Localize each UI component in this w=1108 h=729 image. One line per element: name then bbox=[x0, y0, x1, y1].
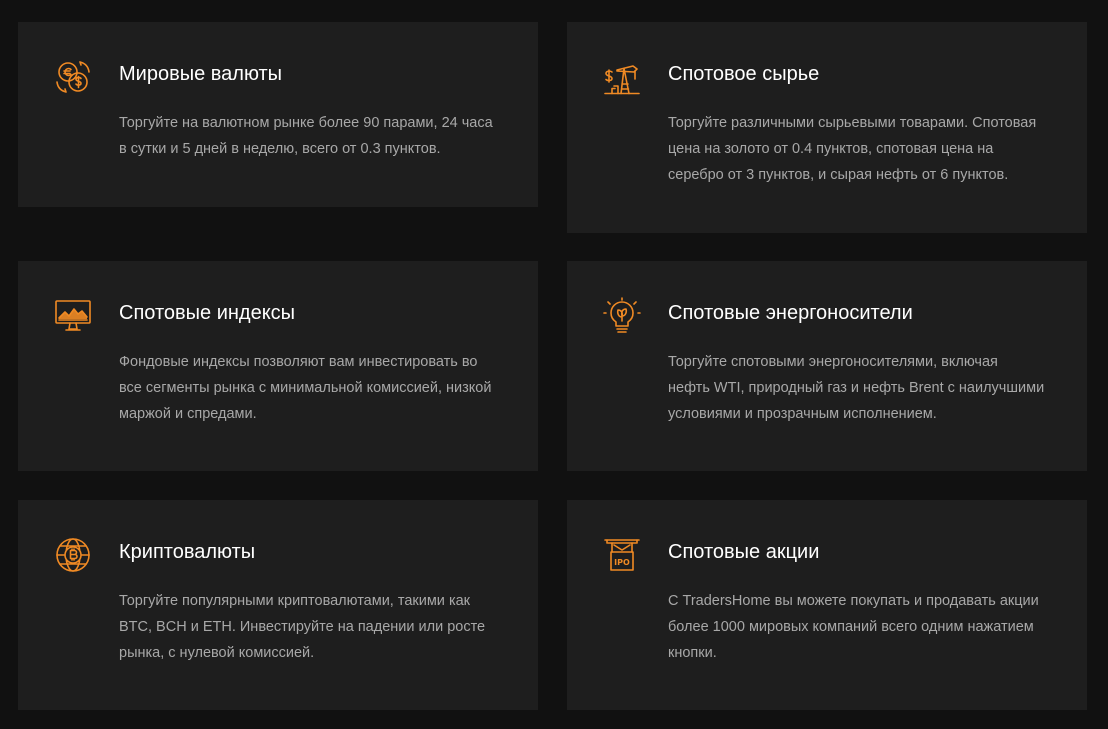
bitcoin-globe-icon bbox=[54, 536, 92, 574]
card-description-line: кнопки. bbox=[668, 645, 717, 661]
card-description-line: маржой и спредами. bbox=[119, 406, 257, 422]
card-description: Фондовые индексы позволяют вам инвестиро… bbox=[119, 349, 519, 427]
card-description-line: Торгуйте популярными криптовалютами, так… bbox=[119, 593, 471, 609]
card-description-line: Торгуйте спотовыми энергоносителями, вкл… bbox=[668, 354, 998, 370]
card-description-line: все сегменты рынка с минимальной комисси… bbox=[119, 380, 492, 396]
card-description-line: цена на золото от 0.4 пунктов, спотовая … bbox=[668, 141, 994, 157]
card-spot-stocks: IPO Спотовые акции С TradersHome вы може… bbox=[567, 500, 1087, 710]
card-description-line: в сутки и 5 дней в неделю, всего от 0.3 … bbox=[119, 141, 441, 157]
card-cryptocurrencies: Криптовалюты Торгуйте популярными крипто… bbox=[18, 500, 538, 710]
card-title: Спотовые акции bbox=[668, 541, 820, 563]
card-title: Криптовалюты bbox=[119, 541, 256, 563]
eco-lightbulb-icon bbox=[603, 297, 641, 335]
ipo-sign-icon: IPO bbox=[603, 536, 641, 574]
card-description-line: Торгуйте на валютном рынке более 90 пара… bbox=[119, 115, 493, 131]
card-description: Торгуйте на валютном рынке более 90 пара… bbox=[119, 110, 519, 162]
card-description-line: Торгуйте различными сырьевыми товарами. … bbox=[668, 115, 1037, 131]
card-description-line: условиями и прозрачным исполнением. bbox=[668, 406, 937, 422]
card-title: Спотовое сырье bbox=[668, 63, 820, 85]
chart-monitor-icon bbox=[54, 297, 92, 335]
card-description-line: BTC, BCH и ETH. Инвестируйте на падении … bbox=[119, 619, 486, 635]
card-description-line: С TradersHome вы можете покупать и прода… bbox=[668, 593, 1039, 609]
card-description-line: более 1000 мировых компаний всего одним … bbox=[668, 619, 1034, 635]
ipo-sign-text: IPO bbox=[614, 558, 630, 567]
card-spot-indices: Спотовые индексы Фондовые индексы позвол… bbox=[18, 261, 538, 471]
card-description: С TradersHome вы можете покупать и прода… bbox=[668, 588, 1068, 666]
currency-exchange-icon bbox=[54, 58, 92, 96]
card-title: Спотовые энергоносители bbox=[668, 302, 913, 324]
card-description: Торгуйте популярными криптовалютами, так… bbox=[119, 588, 519, 666]
card-description-line: нефть WTI, природный газ и нефть Brent с… bbox=[668, 380, 1045, 396]
card-description-line: серебро от 3 пунктов, и сырая нефть от 6… bbox=[668, 167, 1009, 183]
card-description: Торгуйте различными сырьевыми товарами. … bbox=[668, 110, 1068, 188]
card-spot-commodities: Спотовое сырье Торгуйте различными сырье… bbox=[567, 22, 1087, 233]
card-title: Спотовые индексы bbox=[119, 302, 296, 324]
oil-pump-icon bbox=[603, 58, 641, 96]
card-world-currencies: Мировые валюты Торгуйте на валютном рынк… bbox=[18, 22, 538, 207]
card-title: Мировые валюты bbox=[119, 63, 283, 85]
card-description-line: Фондовые индексы позволяют вам инвестиро… bbox=[119, 354, 478, 370]
card-spot-energy: Спотовые энергоносители Торгуйте спотовы… bbox=[567, 261, 1087, 471]
card-description: Торгуйте спотовыми энергоносителями, вкл… bbox=[668, 349, 1068, 427]
card-description-line: рынка, с нулевой комиссией. bbox=[119, 645, 315, 661]
